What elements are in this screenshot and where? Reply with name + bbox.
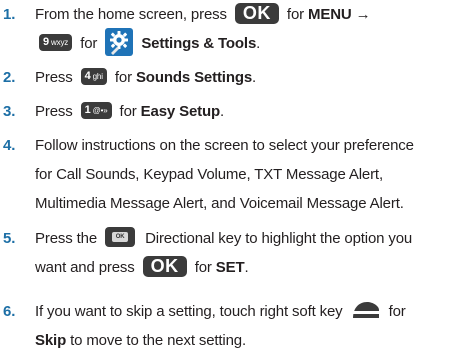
step-6-line-1: If you want to skip a setting, touch rig… bbox=[35, 297, 472, 326]
step-text: for bbox=[286, 6, 304, 23]
step-text: . bbox=[252, 69, 257, 86]
step-text: for bbox=[388, 303, 406, 320]
key-letters: ghi bbox=[92, 71, 103, 81]
key-4-icon: 4 ghi bbox=[80, 67, 107, 85]
step-5-line-1: Press the OK Directional key to highligh… bbox=[35, 224, 472, 253]
set-label: SET bbox=[215, 259, 245, 276]
step-text: Directional key to highlight the option … bbox=[145, 230, 413, 247]
step-text: . bbox=[244, 259, 249, 276]
step-number: 4. bbox=[3, 137, 16, 154]
step-text: If you want to skip a setting, touch rig… bbox=[35, 303, 343, 320]
step-text: . bbox=[256, 35, 261, 52]
ok-key-icon: OK bbox=[234, 2, 279, 24]
step-text: for bbox=[114, 69, 132, 86]
settings-tools-label: Settings & Tools bbox=[141, 35, 257, 52]
step-text: to move to the next setting. bbox=[70, 332, 247, 349]
ok-key-label: OK bbox=[242, 2, 271, 23]
arrow-right-icon: → bbox=[355, 6, 371, 23]
step-text: . bbox=[220, 103, 225, 120]
step-number: 6. bbox=[3, 303, 16, 320]
step-4-line-3: Multimedia Message Alert, and Voicemail … bbox=[35, 189, 472, 218]
directional-key-center: OK bbox=[112, 232, 129, 243]
step-1-line-1: From the home screen, press OK for MENU … bbox=[35, 0, 472, 29]
step-number: 2. bbox=[3, 69, 16, 86]
sounds-settings-label: Sounds Settings bbox=[135, 69, 253, 86]
gear-icon bbox=[105, 28, 134, 57]
skip-label: Skip bbox=[35, 332, 67, 349]
easy-setup-label: Easy Setup bbox=[140, 103, 221, 120]
step-4-line-1: Follow instructions on the screen to sel… bbox=[35, 131, 472, 160]
key-digit: 1 bbox=[84, 103, 91, 116]
key-9-icon: 9 wxyz bbox=[39, 33, 73, 51]
step-2-line-1: Press 4 ghi for Sounds Settings. bbox=[35, 63, 472, 92]
key-digit: 4 bbox=[84, 69, 91, 82]
step-6-line-2: Skip to move to the next setting. bbox=[35, 326, 472, 355]
step-1-line-2: 9 wxyz for Settings & Tools. bbox=[35, 28, 472, 58]
key-letters: @•» bbox=[92, 105, 108, 115]
step-number: 3. bbox=[3, 103, 16, 120]
step-text: for bbox=[194, 259, 212, 276]
directional-key-icon: OK bbox=[105, 227, 136, 248]
step-3-line-1: Press 1 @•» for Easy Setup. bbox=[35, 97, 472, 126]
step-text: From the home screen, press bbox=[35, 6, 227, 23]
step-text: for bbox=[119, 103, 137, 120]
instructions-page: 1. From the home screen, press OK for ME… bbox=[0, 0, 472, 361]
step-text: want and press bbox=[35, 259, 135, 276]
step-text: Press bbox=[35, 69, 73, 86]
step-text: for bbox=[80, 35, 98, 52]
step-text: for Call Sounds, Keypad Volume, TXT Mess… bbox=[35, 166, 383, 183]
key-1-icon: 1 @•» bbox=[80, 101, 112, 119]
step-text: Press the bbox=[35, 230, 98, 247]
step-text: Multimedia Message Alert, and Voicemail … bbox=[35, 195, 404, 212]
step-text: Follow instructions on the screen to sel… bbox=[35, 137, 414, 154]
step-4-line-2: for Call Sounds, Keypad Volume, TXT Mess… bbox=[35, 160, 472, 189]
key-digit: 9 bbox=[43, 35, 49, 48]
menu-label: MENU bbox=[308, 6, 352, 23]
soft-key-icon bbox=[351, 300, 381, 320]
step-5-line-2: want and press OK for SET. bbox=[35, 253, 472, 282]
step-number: 5. bbox=[3, 230, 16, 247]
step-number: 1. bbox=[3, 6, 16, 23]
ok-key-icon: OK bbox=[142, 255, 187, 277]
ok-key-label: OK bbox=[150, 255, 179, 276]
key-letters: wxyz bbox=[50, 37, 69, 47]
step-text: Press bbox=[35, 103, 73, 120]
